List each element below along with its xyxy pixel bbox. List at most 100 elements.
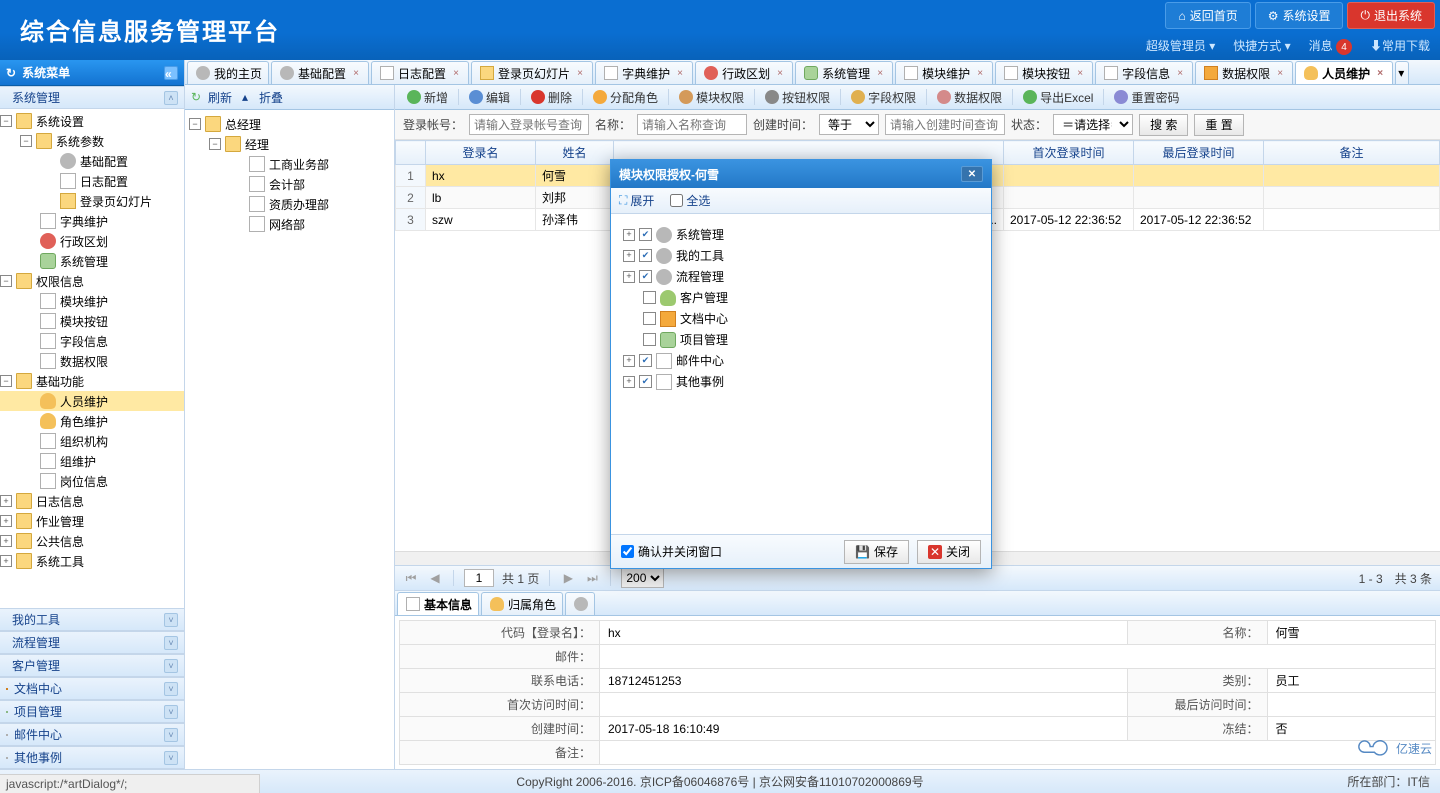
tree-sys-params[interactable]: −系统参数 (0, 131, 184, 151)
confirm-close-checkbox[interactable] (621, 545, 634, 558)
tree-admin-area[interactable]: 行政区划 (0, 231, 184, 251)
tree-dict-maint[interactable]: 字典维护 (0, 211, 184, 231)
perm-node[interactable]: +流程管理 (623, 266, 979, 287)
tab-base-cfg[interactable]: 基础配置× (271, 61, 369, 84)
confirm-close-label[interactable]: 确认并关闭窗口 (621, 543, 722, 560)
perm-node[interactable]: +系统管理 (623, 224, 979, 245)
logout-button[interactable]: ⏻退出系统 (1347, 2, 1435, 29)
tree-data-perm[interactable]: 数据权限 (0, 351, 184, 371)
refresh-button[interactable]: ↻刷新 (191, 89, 232, 106)
checkbox[interactable] (643, 312, 656, 325)
tree-log-cfg[interactable]: 日志配置 (0, 171, 184, 191)
tree-module-btn[interactable]: 模块按钮 (0, 311, 184, 331)
acc-proj[interactable]: 项目管理˅ (0, 700, 184, 723)
perm-node[interactable]: +其他事例 (623, 371, 979, 392)
tab-dict[interactable]: 字典维护× (595, 61, 693, 84)
perm-node[interactable]: 项目管理 (623, 329, 979, 350)
name-input[interactable] (637, 114, 747, 135)
sys-settings-button[interactable]: ⚙系统设置 (1255, 2, 1344, 29)
chevron-down-icon[interactable]: ˅ (164, 613, 178, 627)
selectall-button[interactable]: 全选 (670, 192, 710, 209)
tree-login-slides[interactable]: 登录页幻灯片 (0, 191, 184, 211)
dtab-roles[interactable]: 归属角色 (481, 592, 563, 615)
export-excel-button[interactable]: 导出Excel (1017, 87, 1099, 108)
page-size-select[interactable]: 200 (621, 568, 664, 588)
downloads-button[interactable]: ⬇常用下载 (1370, 37, 1430, 54)
org-dept[interactable]: 网络部 (189, 214, 390, 234)
tab-overflow[interactable]: ▾ (1395, 61, 1409, 84)
tree-field-info[interactable]: 字段信息 (0, 331, 184, 351)
tree-job-mgmt[interactable]: +作业管理 (0, 511, 184, 531)
col-remark[interactable]: 备注 (1264, 141, 1440, 165)
close-icon[interactable]: × (450, 67, 462, 79)
tree-log-info[interactable]: +日志信息 (0, 491, 184, 511)
tab-login-slides[interactable]: 登录页幻灯片× (471, 61, 593, 84)
ctime-input[interactable] (885, 114, 1005, 135)
close-icon[interactable]: × (774, 67, 786, 79)
org-dept[interactable]: 资质办理部 (189, 194, 390, 214)
checkbox[interactable] (643, 291, 656, 304)
acc-other[interactable]: 其他事例˅ (0, 746, 184, 769)
add-button[interactable]: 新增 (401, 87, 454, 108)
acc-mail[interactable]: 邮件中心˅ (0, 723, 184, 746)
chevron-down-icon[interactable]: ˅ (164, 659, 178, 673)
tab-module-maint[interactable]: 模块维护× (895, 61, 993, 84)
tree-post-info[interactable]: 岗位信息 (0, 471, 184, 491)
dialog-titlebar[interactable]: 模块权限授权-何雪 ✕ (611, 160, 991, 188)
tree-perm-info[interactable]: −权限信息 (0, 271, 184, 291)
first-page-button[interactable]: ⏮ (403, 570, 419, 586)
collapse-button[interactable]: ▴折叠 (242, 89, 283, 106)
tree-role-maint[interactable]: 角色维护 (0, 411, 184, 431)
tree-base-cfg[interactable]: 基础配置 (0, 151, 184, 171)
tree-module-maint[interactable]: 模块维护 (0, 291, 184, 311)
close-icon[interactable]: × (874, 67, 886, 79)
col-name[interactable]: 姓名 (536, 141, 614, 165)
perm-node[interactable]: +我的工具 (623, 245, 979, 266)
state-select[interactable]: ＝请选择＝ (1053, 114, 1133, 135)
tab-module-btn[interactable]: 模块按钮× (995, 61, 1093, 84)
tree-sys-settings[interactable]: −系统设置 (0, 111, 184, 131)
dtab-more[interactable] (565, 592, 595, 615)
tree-public-info[interactable]: +公共信息 (0, 531, 184, 551)
acc-mytools[interactable]: 我的工具˅ (0, 608, 184, 631)
module-perm-button[interactable]: 模块权限 (673, 87, 750, 108)
perm-node[interactable]: 文档中心 (623, 308, 979, 329)
checkbox[interactable] (639, 270, 652, 283)
close-icon[interactable]: × (350, 67, 362, 79)
chevron-down-icon[interactable]: ˅ (164, 636, 178, 650)
close-icon[interactable]: × (1274, 67, 1286, 79)
acc-cust[interactable]: 客户管理˅ (0, 654, 184, 677)
close-icon[interactable]: × (674, 67, 686, 79)
assign-role-button[interactable]: 分配角色 (587, 87, 664, 108)
tab-data-perm[interactable]: 数据权限× (1195, 61, 1293, 84)
search-button[interactable]: 搜 索 (1139, 114, 1188, 136)
tree-org-struct[interactable]: 组织机构 (0, 431, 184, 451)
checkbox[interactable] (639, 354, 652, 367)
selectall-checkbox[interactable] (670, 194, 683, 207)
tree-sys-tools[interactable]: +系统工具 (0, 551, 184, 571)
close-icon[interactable]: × (1074, 67, 1086, 79)
page-input[interactable] (464, 569, 494, 587)
tree-base-func[interactable]: −基础功能 (0, 371, 184, 391)
close-icon[interactable]: × (1374, 67, 1386, 79)
tab-field-info[interactable]: 字段信息× (1095, 61, 1193, 84)
checkbox[interactable] (639, 249, 652, 262)
home-button[interactable]: ⌂返回首页 (1165, 2, 1250, 29)
delete-button[interactable]: 删除 (525, 87, 578, 108)
close-icon[interactable]: × (974, 67, 986, 79)
dialog-close-button[interactable]: ✕ (961, 166, 983, 182)
checkbox[interactable] (639, 375, 652, 388)
reset-pwd-button[interactable]: 重置密码 (1108, 87, 1185, 108)
tree-sys-mgmt2[interactable]: 系统管理 (0, 251, 184, 271)
tree-org-maint[interactable]: 组维护 (0, 451, 184, 471)
col-first[interactable]: 首次登录时间 (1004, 141, 1134, 165)
field-perm-button[interactable]: 字段权限 (845, 87, 922, 108)
edit-button[interactable]: 编辑 (463, 87, 516, 108)
next-page-button[interactable]: ▶ (560, 570, 576, 586)
chevron-down-icon[interactable]: ˅ (164, 682, 178, 696)
close-icon[interactable]: × (1174, 67, 1186, 79)
refresh-icon[interactable]: ↻ (6, 66, 16, 80)
org-mgr[interactable]: −经理 (189, 134, 390, 154)
perm-node[interactable]: 客户管理 (623, 287, 979, 308)
tab-sys-mgmt[interactable]: 系统管理× (795, 61, 893, 84)
